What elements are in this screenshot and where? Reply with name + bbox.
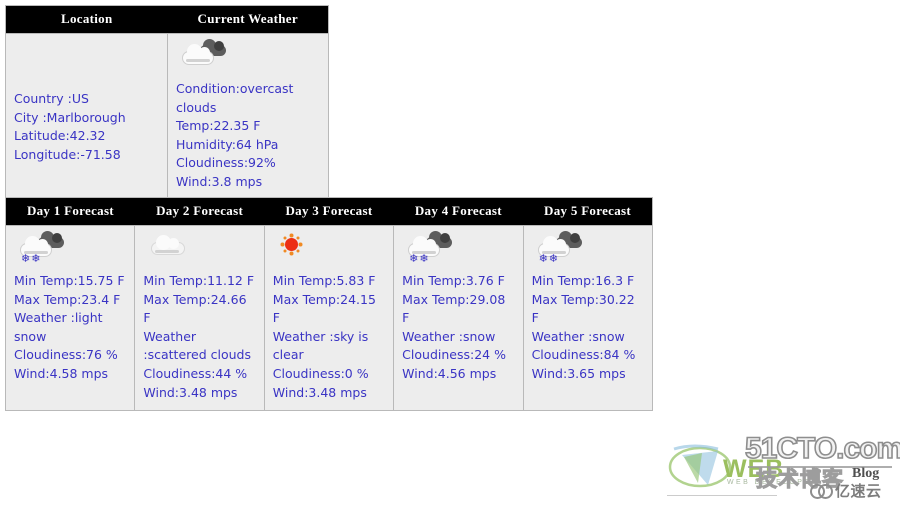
yisuyun-rings-icon [810,484,833,499]
city-value: City :Marlborough [14,109,126,125]
day-3-icon-wrap [277,234,385,266]
yisuyun-label: 亿速云 [835,482,882,500]
max-temp-value: Max Temp:29.08 F [402,291,506,326]
min-temp-value: Min Temp:11.12 F [143,273,255,288]
five-day-forecast-table: Day 1 Forecast Day 2 Forecast Day 3 Fore… [4,197,653,412]
yisuyun-watermark: 亿速云 [810,480,882,501]
forecast-row: ❄❄ Min Temp:15.75 F Max Temp:23.4 F Weat… [4,224,653,412]
column-header-day-5: Day 5 Forecast [523,197,653,226]
forecast-cell-day-5: ❄❄ Min Temp:16.3 F Max Temp:30.22 F Weat… [522,224,653,412]
snow-icon: ❄❄ [536,231,588,265]
cloudiness-value: Cloudiness:84 % [531,347,636,363]
cloudiness-value: Cloudiness:24 % [402,347,506,363]
forecast-cell-day-2: Min Temp:11.12 F Max Temp:24.66 F Weathe… [134,224,265,412]
day-4-icon-wrap: ❄❄ [406,231,514,266]
column-header-day-3: Day 3 Forecast [264,197,394,226]
snowflakes-glyphs: ❄❄ [21,252,42,265]
cloudiness-value: Cloudiness:44 % [143,365,248,381]
longitude-value: Longitude:-71.58 [14,146,121,162]
weather-value: Weather :scattered clouds [143,328,251,363]
divider-line [667,495,777,496]
column-header-current-weather: Current Weather [167,5,329,34]
min-temp-value: Min Temp:16.3 F [531,273,635,288]
min-temp-value: Min Temp:15.75 F [14,273,125,288]
wind-value: Wind:4.56 mps [402,365,497,381]
weather-value: Weather :light snow [14,310,103,344]
cloudiness-value: Cloudiness:76 % [14,347,118,363]
max-temp-value: Max Temp:23.4 F [14,291,121,307]
weather-value: Weather :snow [531,328,625,344]
blog-watermark: Blog [852,466,880,481]
snowflakes-glyphs: ❄❄ [538,252,559,265]
max-temp-value: Max Temp:24.66 F [143,291,247,326]
51cto-underline [748,466,892,468]
scattered-clouds-icon [147,234,199,264]
clear-sky-sun-icon [277,234,329,264]
latitude-value: Latitude:42.32 [14,128,106,144]
wind-value: Wind:4.58 mps [14,365,109,381]
forecast-cell-day-4: ❄❄ Min Temp:3.76 F Max Temp:29.08 F Weat… [393,224,524,412]
51cto-watermark: 51CTO.com [744,431,900,466]
web-developer-subtitle: WEB DEVELOPER [727,479,819,486]
column-header-day-1: Day 1 Forecast [5,197,135,226]
sun-shape [284,238,298,251]
country-value: Country :US [14,91,89,106]
cloud-white-shape [151,235,186,255]
day-5-icon-wrap: ❄❄ [536,231,644,266]
wind-value: Wind:3.48 mps [272,384,367,400]
web-watermark-text: WEB [723,455,785,483]
snowflakes-glyphs: ❄❄ [409,252,430,265]
min-temp-value: Min Temp:5.83 F [272,273,376,288]
51cto-chinese-watermark: 技术博客 [756,467,844,492]
cloudiness-value: Cloudiness:92% [176,155,276,171]
humidity-value: Humidity:64 hPa [176,136,279,152]
day-2-icon-wrap [147,234,255,266]
wind-value: Wind:3.48 mps [143,384,238,400]
max-temp-value: Max Temp:30.22 F [531,291,635,326]
cloud-white-shape [182,44,214,65]
condition-value: Condition:overcast clouds [176,81,294,115]
column-header-day-4: Day 4 Forecast [393,197,524,226]
weather-value: Weather :sky is clear [272,328,369,363]
snow-icon: ❄❄ [18,231,70,265]
column-header-location: Location [5,5,168,34]
wind-value: Wind:3.8 mps [176,173,263,189]
forecast-header-row: Day 1 Forecast Day 2 Forecast Day 3 Fore… [5,197,653,226]
temp-value: Temp:22.35 F [176,118,261,134]
current-weather-icon-wrap [180,39,320,74]
table-header-row: Location Current Weather [5,5,329,34]
min-temp-value: Min Temp:3.76 F [402,273,505,288]
wind-value: Wind:3.65 mps [531,365,626,381]
web-developer-logo-icon [668,441,780,493]
weather-value: Weather :snow [402,328,496,344]
cloudiness-value: Cloudiness:0 % [272,365,369,381]
overcast-clouds-icon [180,39,232,72]
max-temp-value: Max Temp:24.15 F [272,291,376,326]
forecast-cell-day-3: Min Temp:5.83 F Max Temp:24.15 F Weather… [263,224,395,412]
forecast-cell-day-1: ❄❄ Min Temp:15.75 F Max Temp:23.4 F Weat… [4,224,136,412]
day-1-icon-wrap: ❄❄ [18,231,126,266]
snow-icon: ❄❄ [406,231,458,265]
column-header-day-2: Day 2 Forecast [134,197,265,226]
